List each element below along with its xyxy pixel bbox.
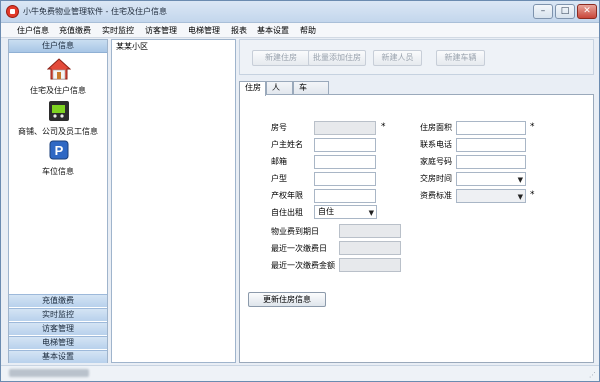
nav-basic-settings[interactable]: 基本设置: [9, 350, 107, 363]
owner-name-label: 户主姓名: [271, 140, 303, 149]
nav-panel: 住户信息 住宅及住户信息 商铺、公司及员工信息 P 车位信息 充值缴费 实时监控…: [8, 39, 108, 363]
nav-item-shops-companies[interactable]: 商铺、公司及员工信息: [9, 126, 107, 137]
update-house-button[interactable]: 更新住房信息: [248, 292, 326, 307]
fee-due-date-label: 物业费到期日: [271, 227, 319, 236]
self-rent-value: 自住: [318, 207, 334, 216]
community-tree: 某某小区: [111, 39, 236, 363]
email-input[interactable]: [314, 155, 376, 169]
last-payment-date-label: 最近一次缴费日: [271, 244, 327, 253]
status-text-blurred: [9, 369, 89, 377]
tree-node-community[interactable]: 某某小区: [116, 41, 148, 52]
room-no-input[interactable]: [314, 121, 376, 135]
area-required-mark: *: [530, 122, 535, 132]
property-years-label: 产权年限: [271, 191, 303, 200]
nav-header[interactable]: 住户信息: [9, 40, 107, 53]
svg-text:P: P: [55, 143, 64, 158]
owner-name-input[interactable]: [314, 138, 376, 152]
house-form-panel: 房号 * 户主姓名 邮箱 户型 产权年限 自住出租 自住 ▼ 物业费到期日 最近…: [239, 94, 594, 363]
handover-date-picker[interactable]: ▼: [456, 172, 526, 186]
menu-recharge-payment[interactable]: 充值缴费: [59, 25, 91, 36]
fee-standard-select[interactable]: ▼: [456, 189, 526, 203]
parking-icon[interactable]: P: [49, 140, 69, 160]
nav-elevator-management[interactable]: 电梯管理: [9, 336, 107, 349]
home-phone-input[interactable]: [456, 155, 526, 169]
app-window: 小牛免费物业管理软件 - 住宅及住户信息 – □ ✕ 住户信息 充值缴费 实时监…: [0, 0, 600, 382]
fee-due-date-input[interactable]: [339, 224, 401, 238]
new-person-button[interactable]: 新建人员: [373, 50, 422, 66]
menu-basic-settings[interactable]: 基本设置: [257, 25, 289, 36]
chevron-down-icon: ▼: [368, 209, 374, 217]
minimize-button[interactable]: –: [533, 4, 553, 19]
room-no-label: 房号: [271, 123, 287, 132]
title-bar[interactable]: 小牛免费物业管理软件 - 住宅及住户信息 – □ ✕: [1, 1, 599, 23]
fee-standard-label: 资费标准: [420, 191, 452, 200]
chevron-down-icon: ▼: [517, 176, 523, 184]
nav-realtime-monitor[interactable]: 实时监控: [9, 308, 107, 321]
new-house-button[interactable]: 新建住房: [252, 50, 310, 66]
area-label: 住房面积: [420, 123, 452, 132]
tab-vehicle[interactable]: 车: [293, 81, 329, 95]
resize-grip-icon[interactable]: ⋰: [589, 371, 596, 379]
menu-reports[interactable]: 报表: [231, 25, 247, 36]
nav-item-parking[interactable]: 车位信息: [9, 166, 107, 177]
handover-date-label: 交房时间: [420, 174, 452, 183]
last-payment-amount-input[interactable]: [339, 258, 401, 272]
property-years-input[interactable]: [314, 189, 376, 203]
window-title: 小牛免费物业管理软件 - 住宅及住户信息: [23, 7, 167, 16]
house-type-input[interactable]: [314, 172, 376, 186]
phone-label: 联系电话: [420, 140, 452, 149]
menu-visitor-management[interactable]: 访客管理: [145, 25, 177, 36]
batch-add-house-button[interactable]: 批量添加住房: [308, 50, 366, 66]
house-icon[interactable]: [47, 58, 71, 80]
tab-house[interactable]: 住房: [239, 81, 266, 96]
nav-item-residence[interactable]: 住宅及住户信息: [9, 85, 107, 96]
chevron-down-icon: ▼: [517, 193, 523, 201]
status-bar: ⋰: [1, 365, 599, 381]
menu-help[interactable]: 帮助: [300, 25, 316, 36]
new-vehicle-button[interactable]: 新建车辆: [436, 50, 485, 66]
self-rent-select[interactable]: 自住 ▼: [314, 205, 377, 219]
house-type-label: 户型: [271, 174, 287, 183]
close-button[interactable]: ✕: [577, 4, 597, 19]
last-payment-date-input[interactable]: [339, 241, 401, 255]
menu-elevator-management[interactable]: 电梯管理: [188, 25, 220, 36]
toolbar: 新建住房 批量添加住房 新建人员 新建车辆: [239, 39, 594, 75]
self-rent-label: 自住出租: [271, 208, 303, 217]
tab-person[interactable]: 人: [266, 81, 293, 95]
app-logo-icon: [6, 5, 19, 18]
room-no-required-mark: *: [381, 122, 386, 132]
home-phone-label: 家庭号码: [420, 157, 452, 166]
nav-visitor-management[interactable]: 访客管理: [9, 322, 107, 335]
tab-strip: 住房 人 车: [239, 81, 594, 96]
menu-resident-info[interactable]: 住户信息: [17, 25, 49, 36]
nav-recharge-payment[interactable]: 充值缴费: [9, 294, 107, 307]
menu-realtime-monitor[interactable]: 实时监控: [102, 25, 134, 36]
fee-standard-required-mark: *: [530, 190, 535, 200]
menu-bar: 住户信息 充值缴费 实时监控 访客管理 电梯管理 报表 基本设置 帮助: [1, 23, 599, 38]
shop-cart-icon[interactable]: [47, 100, 71, 122]
email-label: 邮箱: [271, 157, 287, 166]
area-input[interactable]: [456, 121, 526, 135]
maximize-button[interactable]: □: [555, 4, 575, 19]
last-payment-amount-label: 最近一次缴费金额: [271, 261, 335, 270]
phone-input[interactable]: [456, 138, 526, 152]
